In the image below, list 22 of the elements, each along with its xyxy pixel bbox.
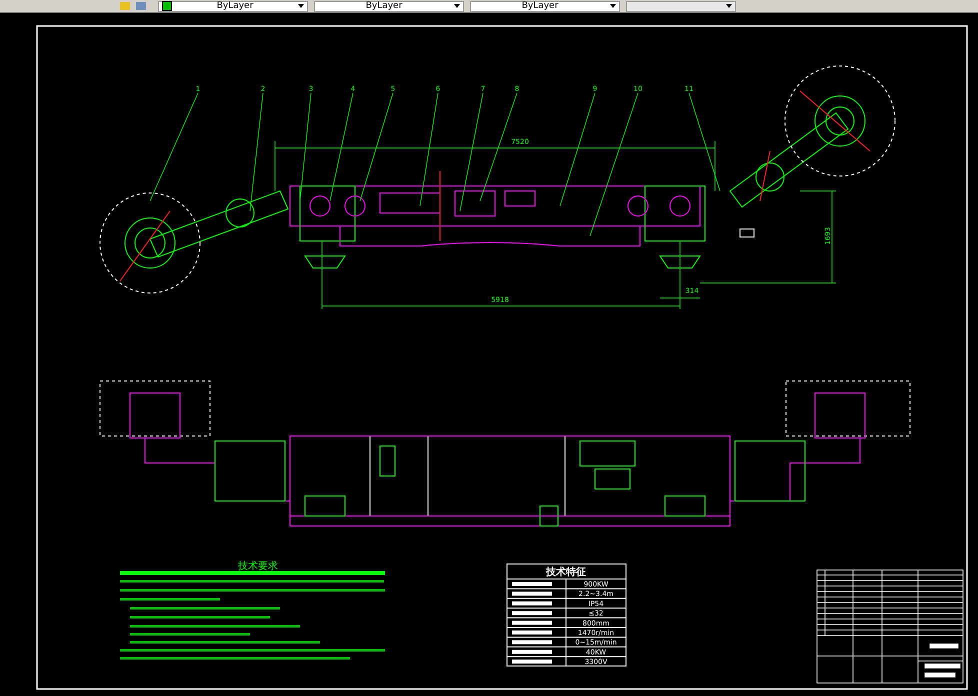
caret-icon xyxy=(610,4,616,8)
spec-table-title: 技术特征 xyxy=(546,567,586,578)
label-blot-icon xyxy=(512,611,552,616)
dropdown-value: ByLayer xyxy=(216,1,254,11)
label-blot-icon xyxy=(512,582,552,586)
label-blot-icon xyxy=(512,640,552,644)
caret-icon xyxy=(726,4,732,8)
label-blot-icon xyxy=(512,620,552,625)
dropdown-value: ByLayer xyxy=(364,1,404,11)
label-blot-icon xyxy=(512,601,552,606)
caret-icon xyxy=(298,4,304,8)
label-blot-icon xyxy=(512,630,552,634)
caret-icon xyxy=(454,4,460,8)
requirements-title: 技术要求 xyxy=(238,561,278,572)
property-dropdown[interactable]: ByLayer xyxy=(158,0,308,12)
property-dropdown[interactable]: ByLayer xyxy=(470,0,620,12)
label-blot-icon xyxy=(512,660,552,664)
label-blot-icon xyxy=(512,592,552,596)
dropdown-value: ByLayer xyxy=(520,1,560,11)
color-swatch-icon xyxy=(162,1,172,11)
property-dropdown[interactable]: ByLayer xyxy=(314,0,464,12)
label-blot-icon xyxy=(512,650,552,654)
